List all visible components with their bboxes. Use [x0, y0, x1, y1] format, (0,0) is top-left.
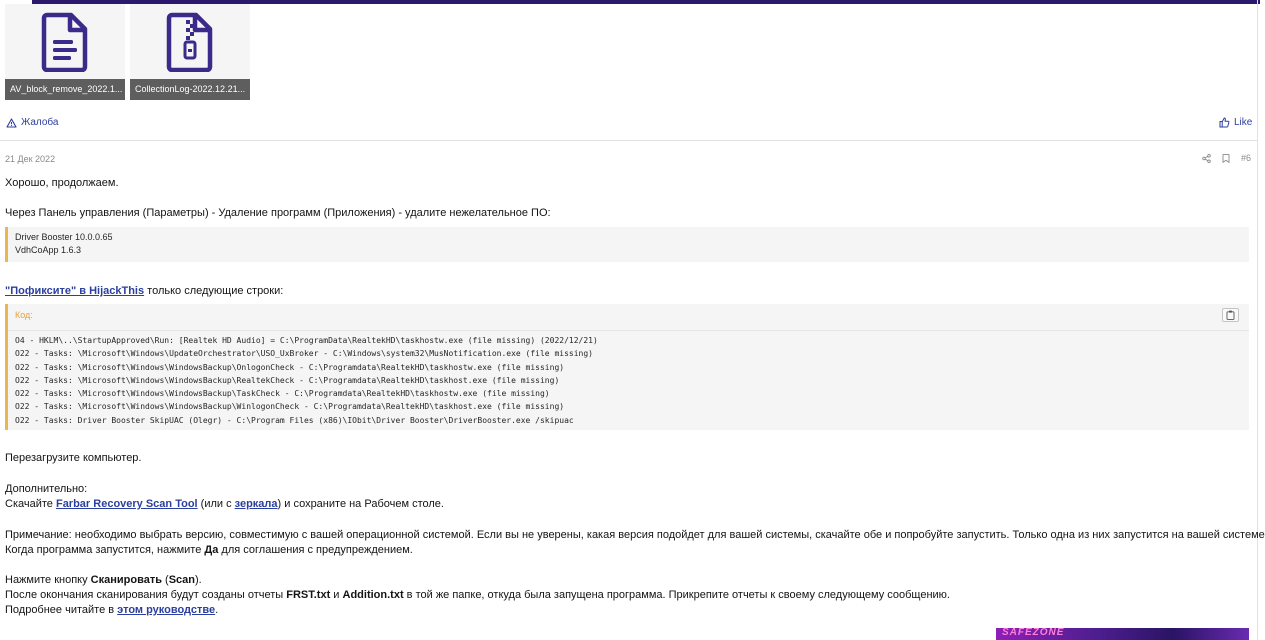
yes-label: Да: [204, 544, 219, 556]
code-divider: [8, 330, 1249, 331]
scan-post: ).: [195, 574, 202, 586]
program-item: Driver Booster 10.0.0.65: [15, 232, 113, 242]
like-button[interactable]: Like: [1219, 117, 1252, 128]
download-post: ) и сохраните на Рабочем столе.: [277, 498, 444, 510]
frst-report-name: FRST.txt: [286, 589, 331, 601]
after-and: и: [330, 589, 343, 601]
share-icon[interactable]: [1202, 153, 1211, 163]
extra-heading: Дополнительно:: [5, 483, 88, 495]
copy-code-button[interactable]: [1222, 308, 1239, 322]
code-line: O22 - Tasks: Driver Booster SkipUAC (Ole…: [15, 415, 574, 425]
previous-post: AV_block_remove_2022.1... CollectionLog-…: [0, 0, 1257, 141]
warning-icon: [6, 117, 17, 128]
attachment-collectionlog[interactable]: CollectionLog-2022.12.21...: [130, 4, 250, 100]
note-line-2-pre: Когда программа запустится, нажмите: [5, 544, 205, 556]
after-scan-instruction: После окончания сканирования будут созда…: [5, 588, 950, 603]
note-line-2: Когда программа запустится, нажмите Да д…: [5, 543, 413, 558]
like-label: Like: [1234, 117, 1253, 128]
frst-download-link[interactable]: Farbar Recovery Scan Tool: [56, 498, 198, 510]
thumbs-up-icon: [1219, 117, 1230, 128]
scan-button-name: Сканировать: [90, 574, 162, 586]
download-pre: Скачайте: [5, 498, 56, 510]
code-line: O22 - Tasks: \Microsoft\Windows\UpdateOr…: [15, 349, 593, 359]
report-button[interactable]: Жалоба: [6, 117, 58, 128]
mirror-download-link[interactable]: зеркала: [235, 498, 278, 510]
bookmark-icon[interactable]: [1222, 153, 1230, 163]
code-content[interactable]: O4 - HKLM\..\StartupApproved\Run: [Realt…: [15, 334, 598, 427]
reboot-text: Перезагрузите компьютер.: [5, 452, 142, 464]
safezone-banner[interactable]: SAFEZONE: [996, 628, 1249, 640]
note-line-2-post: для соглашения с предупреждением.: [218, 544, 413, 556]
post-date[interactable]: 21 Дек 2022: [5, 154, 55, 164]
code-label: Код:: [15, 310, 33, 320]
addition-report-name: Addition.txt: [342, 589, 404, 601]
programs-quote: Driver Booster 10.0.0.65 VdhCoApp 1.6.3: [5, 227, 1249, 262]
hijackthis-guide-link[interactable]: "Пофиксите" в HijackThis: [5, 285, 144, 297]
code-line: O22 - Tasks: \Microsoft\Windows\WindowsB…: [15, 362, 565, 372]
code-line: O22 - Tasks: \Microsoft\Windows\WindowsB…: [15, 402, 565, 412]
guide-link[interactable]: этом руководстве: [117, 604, 215, 616]
more-post: .: [215, 604, 219, 616]
after-pre: После окончания сканирования будут созда…: [5, 589, 287, 601]
fix-instruction-rest: только следующие строки:: [144, 285, 284, 297]
uninstall-instruction: Через Панель управления (Параметры) - Уд…: [5, 207, 551, 219]
scan-pre: Нажмите кнопку: [5, 574, 91, 586]
report-label: Жалоба: [21, 117, 59, 128]
zip-archive-file-icon: [130, 4, 250, 80]
attachment-name: CollectionLog-2022.12.21...: [130, 79, 250, 100]
attachment-av-block-remove[interactable]: AV_block_remove_2022.1...: [5, 4, 125, 100]
download-mid: (или с: [197, 498, 235, 510]
scan-button-name-en: Scan: [168, 574, 195, 586]
scan-instruction: Нажмите кнопку Сканировать (Scan).: [5, 573, 202, 588]
attachment-name: AV_block_remove_2022.1...: [5, 79, 125, 100]
post-tools: #6: [1202, 153, 1251, 163]
scan-mid: (: [161, 574, 169, 586]
more-pre: Подробнее читайте в: [5, 604, 118, 616]
download-instruction: Скачайте Farbar Recovery Scan Tool (или …: [5, 497, 444, 512]
note-line-1: Примечание: необходимо выбрать версию, с…: [5, 529, 1265, 541]
document-file-icon: [5, 4, 125, 80]
banner-logo-text: SAFEZONE: [1002, 628, 1065, 638]
clipboard-icon: [1226, 310, 1235, 320]
code-line: O22 - Tasks: \Microsoft\Windows\WindowsB…: [15, 389, 550, 399]
post-number-link[interactable]: #6: [1241, 153, 1251, 163]
code-block: Код: O4 - HKLM\..\StartupApproved\Run: […: [5, 304, 1249, 430]
code-line: O22 - Tasks: \Microsoft\Windows\WindowsB…: [15, 375, 560, 385]
content-border: [1257, 0, 1258, 640]
fix-instruction: "Пофиксите" в HijackThis только следующи…: [5, 284, 283, 299]
more-info: Подробнее читайте в этом руководстве.: [5, 603, 218, 618]
greeting-text: Хорошо, продолжаем.: [5, 177, 119, 189]
after-post: в той же папке, откуда была запущена про…: [403, 589, 950, 601]
program-item: VdhCoApp 1.6.3: [15, 245, 82, 255]
code-line: O4 - HKLM\..\StartupApproved\Run: [Realt…: [15, 336, 598, 345]
